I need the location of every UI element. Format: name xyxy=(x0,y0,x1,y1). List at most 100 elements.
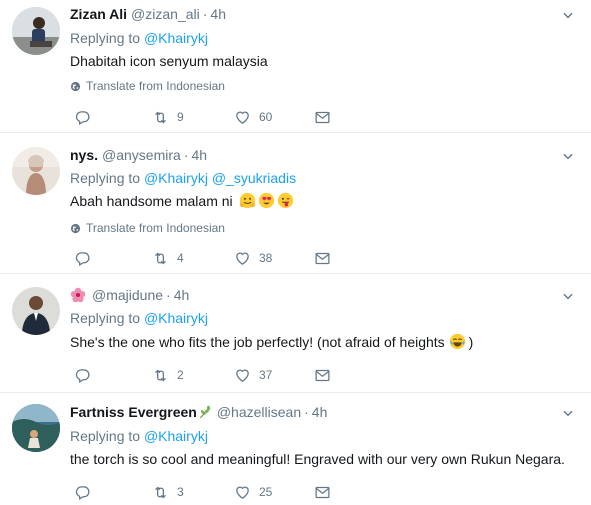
mention-link[interactable]: @Khairykj xyxy=(144,310,208,326)
winking-tongue-emoji xyxy=(277,192,293,209)
reply-button[interactable] xyxy=(74,108,91,126)
chevron-down-icon[interactable] xyxy=(561,289,575,303)
retweet-count: 2 xyxy=(177,368,184,382)
timestamp[interactable]: 4h xyxy=(210,6,226,22)
tweet-actions: 9 60 xyxy=(74,108,344,126)
retweet-icon xyxy=(152,109,169,126)
heart-icon xyxy=(234,109,251,126)
tweet-text: the torch is so cool and meaningful! Eng… xyxy=(70,451,565,467)
heart-icon xyxy=(234,484,251,501)
like-button[interactable]: 60 xyxy=(234,108,272,126)
reply-button[interactable] xyxy=(74,483,91,501)
separator-dot: · xyxy=(202,6,208,22)
tweet-actions: 3 25 xyxy=(74,483,344,501)
display-name[interactable]: Zizan Ali xyxy=(70,6,127,22)
envelope-icon xyxy=(314,367,331,384)
tweet-actions: 4 38 xyxy=(74,249,344,267)
retweet-icon xyxy=(152,367,169,384)
mention-link[interactable]: @Khairykj xyxy=(144,30,208,46)
reply-button[interactable] xyxy=(74,249,91,267)
tweet-text-content: Dhabitah icon senyum malaysia xyxy=(70,53,268,69)
heart-icon xyxy=(234,250,251,267)
replying-to-label: Replying to xyxy=(70,30,144,46)
mention-link[interactable]: @Khairykj xyxy=(144,428,208,444)
retweet-icon xyxy=(152,250,169,267)
tweet-text-content: She's the one who fits the job perfectly… xyxy=(70,333,445,350)
globe-icon xyxy=(70,223,81,234)
tweet-text-content: Abah handsome malam ni xyxy=(70,192,233,209)
translate-label: Translate from Indonesian xyxy=(86,79,225,93)
replying-to: Replying to @Khairykj xyxy=(70,310,208,326)
replying-to: Replying to @Khairykj xyxy=(70,428,208,444)
timestamp[interactable]: 4h xyxy=(174,287,190,303)
replying-to: Replying to @Khairykj @_syukriadis xyxy=(70,170,296,186)
chevron-down-icon[interactable] xyxy=(561,406,575,420)
direct-message-button[interactable] xyxy=(314,366,331,384)
replying-to: Replying to @Khairykj xyxy=(70,30,208,46)
like-button[interactable]: 37 xyxy=(234,366,272,384)
tweet-text: Dhabitah icon senyum malaysia xyxy=(70,53,268,69)
retweet-count: 4 xyxy=(177,251,184,265)
like-button[interactable]: 38 xyxy=(234,249,272,267)
retweet-count: 3 xyxy=(177,485,184,499)
chevron-down-icon[interactable] xyxy=(561,8,575,22)
timestamp[interactable]: 4h xyxy=(312,404,328,420)
avatar[interactable] xyxy=(12,7,60,55)
translate-label: Translate from Indonesian xyxy=(86,221,225,235)
tweet[interactable]: @majidune · 4h Replying to @Khairykj She… xyxy=(0,274,591,393)
reply-icon xyxy=(74,484,91,501)
envelope-icon xyxy=(314,484,331,501)
replying-to-label: Replying to xyxy=(70,170,144,186)
retweet-count: 9 xyxy=(177,110,184,124)
direct-message-button[interactable] xyxy=(314,249,331,267)
retweet-button[interactable]: 3 xyxy=(152,483,184,501)
retweet-button[interactable]: 4 xyxy=(152,249,184,267)
globe-icon xyxy=(70,81,81,92)
replying-to-label: Replying to xyxy=(70,310,144,326)
display-name[interactable]: nys. xyxy=(70,147,98,163)
tweet[interactable]: Zizan Ali @zizan_ali · 4h Replying to @K… xyxy=(0,0,591,133)
timestamp[interactable]: 4h xyxy=(191,147,207,163)
avatar[interactable] xyxy=(12,287,60,335)
envelope-icon xyxy=(314,109,331,126)
separator-dot: · xyxy=(166,287,171,303)
tweet-actions: 2 37 xyxy=(74,366,344,384)
tweet[interactable]: Fartniss Evergreen @hazellisean · 4h Rep… xyxy=(0,393,591,505)
like-count: 25 xyxy=(259,485,273,499)
reply-button[interactable] xyxy=(74,366,91,384)
user-handle[interactable]: @hazellisean xyxy=(217,404,301,420)
like-count: 38 xyxy=(259,251,273,265)
tweet-text-content: the torch is so cool and meaningful! Eng… xyxy=(70,451,565,467)
avatar[interactable] xyxy=(12,404,60,452)
translate-link[interactable]: Translate from Indonesian xyxy=(70,221,225,235)
tweet[interactable]: nys. @anysemira · 4h Replying to @Khairy… xyxy=(0,133,591,274)
user-handle[interactable]: @zizan_ali xyxy=(131,6,200,22)
direct-message-button[interactable] xyxy=(314,483,331,501)
replying-to-label: Replying to xyxy=(70,428,144,444)
reply-icon xyxy=(74,250,91,267)
mention-link[interactable]: @_syukriadis xyxy=(212,170,296,186)
reply-icon xyxy=(74,367,91,384)
direct-message-button[interactable] xyxy=(314,108,331,126)
separator-dot: · xyxy=(304,404,309,420)
heart-eyes-emoji xyxy=(258,192,274,209)
herb-leaf-icon xyxy=(199,405,211,418)
chevron-down-icon[interactable] xyxy=(561,149,575,163)
avatar[interactable] xyxy=(12,147,60,195)
user-handle[interactable]: @anysemira xyxy=(102,147,181,163)
heart-icon xyxy=(234,367,251,384)
translate-link[interactable]: Translate from Indonesian xyxy=(70,79,225,93)
hugging-face-emoji xyxy=(239,192,255,209)
tweet-text-end: ) xyxy=(468,333,474,350)
like-button[interactable]: 25 xyxy=(234,483,272,501)
display-name[interactable]: Fartniss Evergreen xyxy=(70,404,197,420)
tweet-text: Abah handsome malam ni xyxy=(70,192,294,209)
tears-of-joy-emoji xyxy=(449,333,465,350)
tweet-text: She's the one who fits the job perfectly… xyxy=(70,333,473,350)
user-handle[interactable]: @majidune xyxy=(92,287,163,303)
mention-link[interactable]: @Khairykj xyxy=(144,170,208,186)
retweet-button[interactable]: 9 xyxy=(152,108,184,126)
retweet-button[interactable]: 2 xyxy=(152,366,184,384)
separator-dot: · xyxy=(183,147,189,163)
like-count: 60 xyxy=(259,110,273,124)
